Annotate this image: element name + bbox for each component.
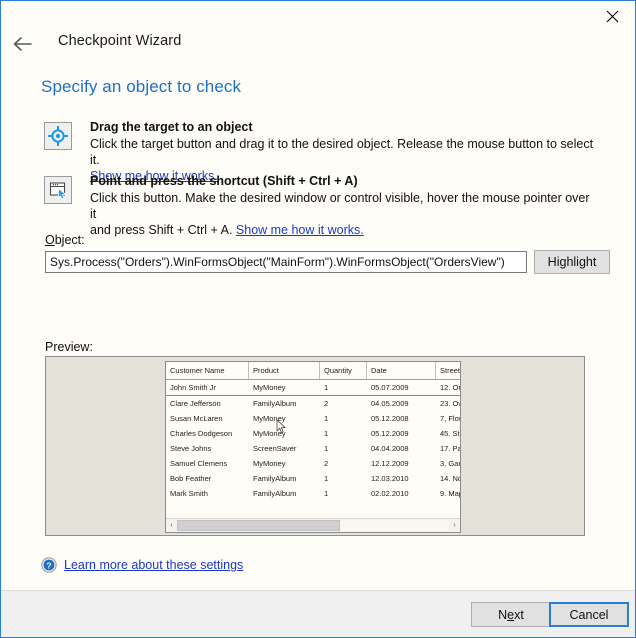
table-cell: 2: [324, 459, 329, 468]
back-arrow-icon[interactable]: [9, 31, 35, 57]
table-row[interactable]: Steve Johns ScreenSaver 1 04.04.2008 17. Par…: [166, 441, 461, 456]
orders-table-body: John Smith JrMyMoney105.07.200912. Orang…: [166, 379, 461, 502]
next-label-pre: N: [498, 607, 508, 622]
target-crosshair-icon[interactable]: [44, 122, 72, 150]
svg-text:?: ?: [46, 560, 51, 570]
table-cell: 17. Park Avenue: [440, 444, 461, 453]
table-header-row: Customer Name Product Quantity Date Stre…: [166, 362, 460, 380]
next-label-accel: e: [507, 607, 515, 622]
table-row[interactable]: Susan McLarenMyMoney105.12.20087, Flower…: [166, 411, 460, 426]
instruction-body-text: Click the target button and drag it to t…: [90, 137, 594, 167]
table-cell: 12. Orange Blvd: [435, 379, 460, 396]
table-row[interactable]: John Smith JrMyMoney105.07.200912. Orang…: [166, 379, 460, 396]
table-cell: 05.12.2009: [371, 429, 409, 438]
table-cell: Steve Johns: [170, 444, 212, 453]
table-cell: Charles Dodgeson: [170, 429, 233, 438]
object-input[interactable]: [45, 251, 527, 273]
instruction-title: Drag the target to an object: [90, 120, 253, 134]
table-cell: Susan McLaren: [170, 414, 223, 423]
page-title: Specify an object to check: [41, 77, 242, 96]
table-cell: Samuel Clemens: [170, 459, 228, 468]
instruction-text: Click this button. Make the desired wind…: [90, 190, 595, 238]
checkpoint-wizard-window: Checkpoint Wizard Specify an object to c…: [0, 0, 636, 638]
preview-label: Preview:: [45, 340, 93, 354]
table-cell: 02.02.2010: [371, 489, 409, 498]
titlebar: [1, 1, 635, 31]
column-header[interactable]: Date: [366, 362, 436, 380]
object-label-rest: bject:: [54, 233, 85, 247]
table-cell: John Smith Jr: [166, 379, 249, 396]
next-button[interactable]: Ne xt: [471, 602, 551, 627]
object-label-accel: O: [45, 233, 55, 247]
column-header[interactable]: Product: [248, 362, 320, 380]
mouse-cursor-icon: [276, 419, 286, 433]
column-header[interactable]: Street: [435, 362, 460, 380]
table-row[interactable]: Charles Dodgeson MyMoney 1 05.12.2009 45. St…: [166, 426, 460, 441]
table-row[interactable]: Clare Jefferson FamilyAlbum 2 04.05.2009 23.…: [166, 396, 460, 412]
table-cell: 05.12.2008: [371, 414, 409, 423]
orders-grid-window: Customer Name Product Quantity Date Stre…: [165, 361, 461, 533]
table-cell: MyMoney: [248, 379, 320, 396]
table-cell: 04.05.2009: [371, 399, 409, 408]
instruction-body-line-2: and press Shift + Ctrl + A.: [90, 223, 236, 237]
wizard-header: Checkpoint Wizard: [1, 29, 635, 59]
scrollbar-track[interactable]: [177, 520, 449, 531]
table-cell: 1: [319, 379, 367, 396]
column-header[interactable]: Quantity: [319, 362, 367, 380]
table-cell: Clare Jefferson: [170, 399, 221, 408]
cancel-button[interactable]: Cancel: [549, 602, 629, 627]
table-cell: 1: [324, 444, 329, 453]
highlight-label-post: hlight: [566, 255, 597, 269]
table-cell: FamilyAlbum: [253, 399, 297, 408]
scroll-right-arrow-icon[interactable]: ›: [449, 520, 460, 532]
table-cell: 9. Maple Valley: [440, 489, 460, 498]
table-cell: 12.12.2009: [371, 459, 409, 468]
table-row[interactable]: Mark Smith FamilyAlbum 1 02.02.2010 9. Maple…: [166, 486, 460, 501]
object-label: Object:: [45, 233, 85, 247]
table-cell: 45. Stone st.: [440, 429, 460, 438]
table-cell: ScreenSaver: [253, 444, 297, 453]
highlight-button[interactable]: Hi g hlight: [534, 250, 610, 274]
column-header[interactable]: Customer Name: [166, 362, 249, 380]
table-cell: 1: [324, 414, 329, 423]
table-cell: 23. Owk Street: [440, 399, 460, 408]
table-cell: FamilyAlbum: [253, 489, 297, 498]
learn-more-link[interactable]: Learn more about these settings: [64, 558, 243, 572]
table-cell: 14. North av.: [440, 474, 460, 483]
table-cell: 1: [324, 429, 329, 438]
table-cell: Bob Feather: [170, 474, 212, 483]
table-cell: MyMoney: [253, 459, 286, 468]
table-cell: 1: [324, 474, 329, 483]
horizontal-scrollbar[interactable]: ‹ ›: [166, 518, 460, 532]
highlight-label-pre: Hi: [547, 255, 560, 269]
highlight-label-accel: g: [559, 255, 567, 269]
instruction-body-line-1: Click this button. Make the desired wind…: [90, 191, 590, 221]
table-cell: 04.04.2008: [371, 444, 409, 453]
window-pointer-icon[interactable]: [44, 176, 72, 204]
table-cell: 2: [324, 399, 329, 408]
footer-bar: Ne xt Cancel: [1, 590, 635, 637]
next-label-post: xt: [514, 607, 524, 622]
table-cell: Mark Smith: [170, 489, 208, 498]
help-question-icon[interactable]: ?: [41, 557, 57, 573]
scroll-left-arrow-icon[interactable]: ‹: [166, 520, 177, 532]
show-me-how-link-2[interactable]: Show me how it works.: [236, 223, 364, 237]
table-row[interactable]: Samuel Clemens MyMoney 2 12.12.2009 3, Garde…: [166, 456, 461, 471]
cancel-label: Cancel: [569, 607, 609, 622]
orders-table: Customer Name Product Quantity Date Stre…: [166, 362, 461, 502]
table-cell: 12.03.2010: [371, 474, 409, 483]
wizard-title: Checkpoint Wizard: [58, 33, 182, 49]
scrollbar-thumb[interactable]: [177, 520, 341, 531]
preview-panel: Customer Name Product Quantity Date Stre…: [45, 356, 585, 536]
table-cell: 7, Flower Street: [440, 414, 460, 423]
table-cell: 1: [324, 489, 329, 498]
close-icon[interactable]: [590, 2, 634, 30]
table-cell: FamilyAlbum: [253, 474, 297, 483]
instruction-title: Point and press the shortcut (Shift + Ct…: [90, 174, 358, 188]
table-row[interactable]: Bob Feather FamilyAlbum 1 12.03.2010 14. Nor…: [166, 471, 460, 486]
table-cell: 05.07.2009: [366, 379, 436, 396]
table-cell: 3, Garden st.: [440, 459, 461, 468]
